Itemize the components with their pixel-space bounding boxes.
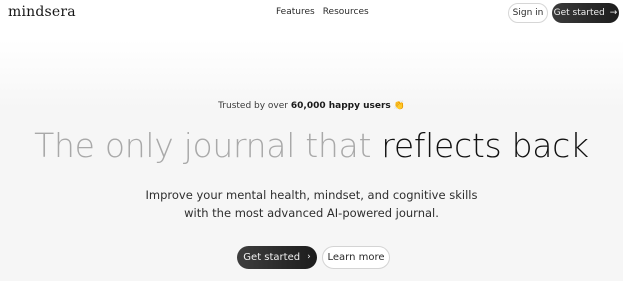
hero-subtext: Improve your mental health, mindset, and… — [145, 188, 478, 220]
learn-more-label: Learn more — [327, 252, 385, 263]
hero-headline: The only journal that reflects back — [0, 126, 623, 166]
headline-dark: reflects back — [381, 126, 589, 165]
nav-link-resources[interactable]: Resources — [323, 7, 369, 17]
hero-get-started-label: Get started — [243, 252, 301, 263]
hero-get-started-button[interactable]: Get started › — [237, 246, 317, 269]
nav-get-started-label: Get started — [553, 8, 605, 18]
sign-in-label: Sign in — [512, 8, 544, 18]
trusted-count: 60,000 happy users — [290, 101, 391, 111]
logo[interactable]: mindsera — [8, 4, 76, 20]
nav-get-started-button[interactable]: Get started → — [552, 3, 619, 23]
headline-light: The only journal that — [34, 126, 372, 165]
nav-links: Features Resources — [276, 7, 369, 17]
nav-link-features[interactable]: Features — [276, 7, 315, 17]
arrow-right-icon: → — [609, 7, 618, 18]
sign-in-button[interactable]: Sign in — [508, 3, 548, 23]
trusted-prefix: Trusted by over — [218, 101, 288, 111]
chevron-right-icon: › — [307, 252, 311, 262]
trusted-by-text: Trusted by over 60,000 happy users 👏 — [0, 101, 623, 111]
landing-page: mindsera Features Resources Sign in Get … — [0, 0, 623, 281]
top-nav: mindsera Features Resources Sign in Get … — [0, 0, 623, 28]
clap-icon: 👏 — [393, 101, 405, 111]
learn-more-button[interactable]: Learn more — [322, 246, 390, 269]
